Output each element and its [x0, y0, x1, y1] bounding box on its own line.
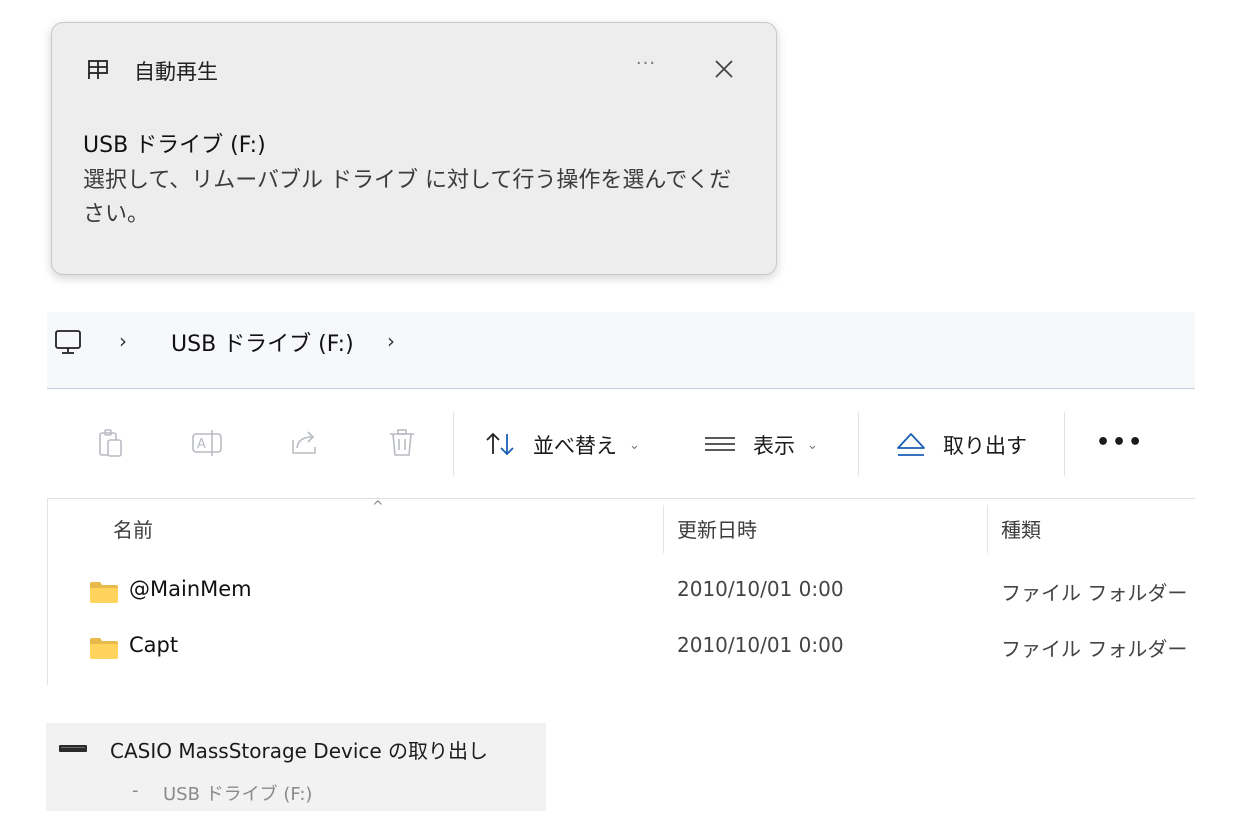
more-options-button[interactable]: ••• — [1096, 430, 1144, 455]
toolbar-divider — [1064, 412, 1065, 476]
autoplay-toast[interactable]: 自動再生 ··· USB ドライブ (F:) 選択して、リムーバブル ドライブ … — [51, 22, 777, 275]
close-icon[interactable] — [709, 54, 739, 84]
sort-indicator-icon: ^ — [372, 499, 384, 515]
table-row[interactable]: @MainMem 2010/10/01 0:00 ファイル フォルダー — [47, 573, 1195, 621]
autoplay-icon — [88, 60, 108, 79]
file-modified: 2010/10/01 0:00 — [677, 577, 844, 601]
file-type: ファイル フォルダー — [1001, 581, 1188, 605]
chevron-down-icon: ⌄ — [807, 437, 818, 453]
toast-message: 選択して、リムーバブル ドライブ に対して行う操作を選んでくだ さい。 — [83, 164, 763, 232]
eject-device-title: CASIO MassStorage Device の取り出し — [110, 739, 489, 763]
file-type: ファイル フォルダー — [1001, 637, 1188, 661]
delete-icon[interactable] — [385, 426, 419, 460]
column-divider[interactable] — [663, 505, 664, 553]
column-header-type[interactable]: 種類 — [1001, 514, 1041, 543]
toast-message-line: さい。 — [83, 202, 150, 227]
eject-label: 取り出す — [943, 434, 1027, 458]
share-icon[interactable] — [288, 426, 322, 460]
eject-device-item[interactable]: CASIO MassStorage Device の取り出し - USB ドライ… — [46, 723, 546, 811]
svg-text:A: A — [197, 437, 206, 452]
command-bar: A 並べ替え ⌄ 表示 ⌄ 取り出す ••• — [47, 390, 1195, 499]
sort-button[interactable]: 並べ替え ⌄ — [483, 428, 640, 462]
column-divider[interactable] — [987, 505, 988, 553]
rename-icon[interactable]: A — [190, 426, 224, 460]
view-label: 表示 — [753, 434, 795, 458]
table-row[interactable]: Capt 2010/10/01 0:00 ファイル フォルダー — [47, 629, 1195, 677]
this-pc-icon[interactable] — [53, 327, 83, 357]
sort-label: 並べ替え — [533, 434, 617, 458]
breadcrumb-drive[interactable]: USB ドライブ (F:) — [171, 326, 354, 358]
drive-icon — [59, 745, 87, 752]
folder-icon — [90, 638, 118, 659]
file-name: Capt — [129, 633, 179, 657]
eject-device-subtitle: USB ドライブ (F:) — [163, 784, 313, 805]
folder-icon — [90, 582, 118, 603]
file-list: ^ 名前 更新日時 種類 @MainMem 2010/10/01 0:00 ファ… — [47, 499, 1195, 685]
toast-app-name: 自動再生 — [134, 60, 218, 84]
breadcrumb-separator[interactable]: › — [387, 329, 395, 353]
chevron-down-icon: ⌄ — [629, 437, 640, 453]
address-bar: › USB ドライブ (F:) › — [47, 312, 1195, 389]
eject-device-dash: - — [132, 780, 139, 801]
breadcrumb: › USB ドライブ (F:) › — [47, 312, 1195, 372]
eject-icon — [897, 433, 925, 456]
eject-button[interactable]: 取り出す — [895, 428, 1027, 462]
view-button[interactable]: 表示 ⌄ — [703, 428, 818, 462]
toast-message-line: 選択して、リムーバブル ドライブ に対して行う操作を選んでくだ — [83, 168, 732, 193]
toast-more-button[interactable]: ··· — [630, 53, 662, 79]
file-name: @MainMem — [129, 577, 252, 601]
toast-title: USB ドライブ (F:) — [83, 133, 266, 158]
column-header-name[interactable]: 名前 — [113, 514, 153, 543]
breadcrumb-separator[interactable]: › — [119, 329, 127, 353]
file-modified: 2010/10/01 0:00 — [677, 633, 844, 657]
paste-icon[interactable] — [95, 426, 129, 460]
view-icon — [705, 437, 735, 451]
toolbar-divider — [858, 412, 859, 476]
sort-icon — [486, 432, 514, 456]
toolbar-divider — [453, 412, 454, 476]
column-header-modified[interactable]: 更新日時 — [677, 514, 757, 543]
